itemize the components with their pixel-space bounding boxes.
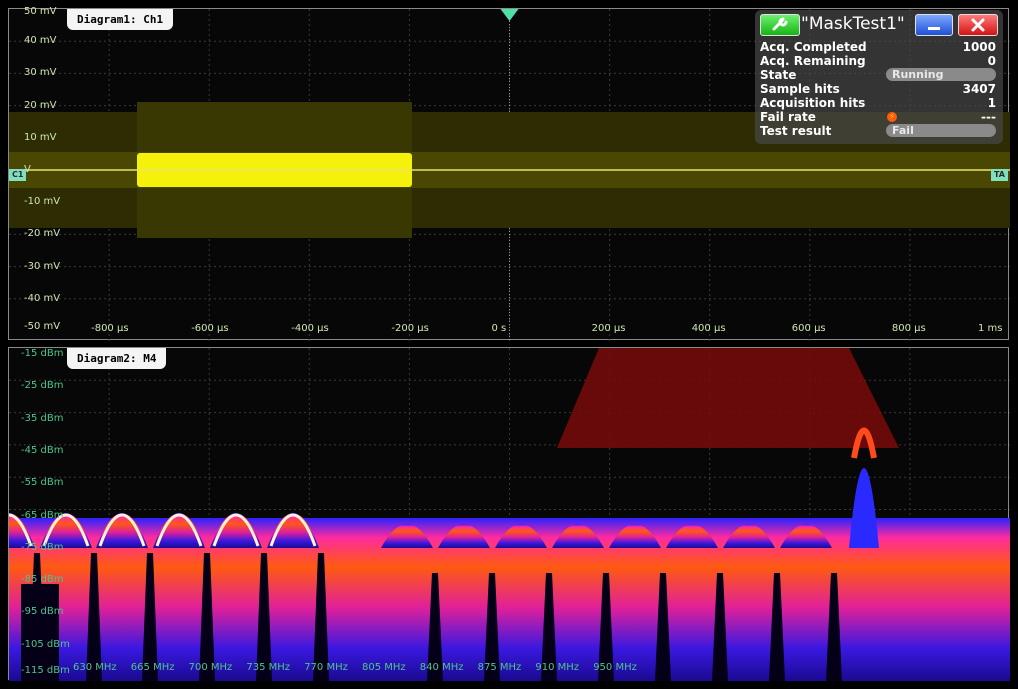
x-axis-label: 600 µs [791, 323, 826, 334]
mask-test-row: Sample hits 3407 [760, 82, 998, 96]
trigger-marker[interactable]: TA [990, 169, 1008, 181]
diagram2-plot[interactable] [9, 348, 1010, 681]
mask-test-row: Acquisition hits 1 [760, 96, 998, 110]
x-axis-label: 665 MHz [130, 662, 175, 673]
x-axis-label: 200 µs [591, 323, 626, 334]
x-axis-label: 1 ms [978, 323, 1003, 334]
minimize-icon [928, 27, 940, 30]
mask-test-row-label: State [760, 68, 797, 82]
mask-test-row-label: Acquisition hits [760, 96, 866, 110]
mask-test-row-value: 1000 [962, 40, 996, 54]
y-axis-label: 10 mV [24, 131, 57, 143]
x-axis-label: 630 MHz [73, 662, 117, 673]
y-axis-label: -65 dBm [21, 509, 64, 521]
mask-test-row-value: --- [981, 110, 996, 124]
close-button[interactable] [958, 14, 998, 36]
y-axis-label: 40 mV [24, 35, 57, 47]
mask-test-row: State Running [760, 68, 998, 82]
y-axis-label: -45 dBm [21, 444, 64, 456]
x-axis-label: 800 µs [891, 323, 926, 334]
y-axis-label: -115 dBm [21, 665, 70, 676]
mask-test-row-label: Fail rate [760, 110, 816, 124]
mask-test-row-label: Test result [760, 124, 832, 138]
mask-test-row: Test result Fail [760, 124, 998, 138]
y-axis-label: -35 dBm [21, 412, 64, 424]
mask-test-status-pill: Running [886, 68, 996, 81]
spectrum-spike [849, 468, 879, 548]
x-axis-label: 805 MHz [362, 662, 406, 673]
diagram2-tab[interactable]: Diagram2: M4 [67, 348, 167, 369]
y-axis-label: -105 dBm [21, 638, 70, 650]
y-axis-label: 20 mV [24, 99, 57, 111]
y-axis-label: -40 mV [24, 292, 61, 304]
mask-test-dialog: "MaskTest1" Acq. Completed 1000 Acq. Remai… [755, 10, 1003, 144]
x-axis-label: 910 MHz [535, 662, 580, 673]
x-axis-label: 400 µs [691, 323, 726, 334]
y-axis-label: -10 mV [24, 196, 61, 208]
y-axis-label: -75 dBm [21, 541, 64, 553]
x-axis-label: -400 µs [291, 323, 329, 334]
x-axis-label: 0 s [491, 323, 507, 334]
diagram2-panel[interactable]: Diagram2: M4 -15 dBm -25 dBm -35 dBm -45 dB… [8, 347, 1010, 681]
y-axis-label: 30 mV [24, 67, 57, 79]
x-axis-label: 950 MHz [593, 662, 637, 673]
mask-test-row-value: 3407 [962, 82, 996, 96]
minimize-button[interactable] [915, 14, 953, 36]
close-icon [971, 18, 985, 32]
wrench-icon [772, 17, 788, 31]
y-axis-label: -30 mV [24, 260, 61, 272]
mask-test-row-value: 1 [987, 96, 996, 110]
mask-test-row-label: Acq. Completed [760, 40, 867, 54]
mask-test-row: Acq. Remaining 0 [760, 54, 998, 68]
trigger-position-marker[interactable] [500, 9, 519, 21]
channel-marker[interactable]: C1 [9, 169, 27, 181]
mask-settings-button[interactable] [760, 14, 800, 36]
y-axis-label: -50 mV [24, 321, 61, 332]
mask-test-title: "MaskTest1" [801, 14, 905, 34]
fail-warning-icon: ⚡ [887, 112, 897, 122]
x-axis-label: -800 µs [91, 323, 129, 334]
y-axis-label: 50 mV [24, 6, 57, 17]
mask-test-row: Fail rate --- ⚡ [760, 110, 998, 124]
x-axis-label: 735 MHz [246, 662, 291, 673]
y-axis-label: -95 dBm [21, 606, 64, 618]
x-axis-label: 770 MHz [304, 662, 348, 673]
x-axis-label: -600 µs [191, 323, 229, 334]
y-axis-label: -20 mV [24, 228, 61, 240]
y-axis-label: -15 dBm [21, 348, 64, 359]
mask-test-row-label: Acq. Remaining [760, 54, 866, 68]
diagram1-tab[interactable]: Diagram1: Ch1 [67, 9, 174, 30]
mask-test-row-label: Sample hits [760, 82, 840, 96]
mask-test-status-pill: Fail [886, 124, 996, 137]
x-axis-label: 875 MHz [477, 662, 522, 673]
mask-test-row-value: 0 [987, 54, 996, 68]
y-axis-label: -55 dBm [21, 477, 64, 489]
y-axis-label: -85 dBm [21, 574, 64, 586]
mask-region[interactable] [557, 348, 899, 448]
mask-test-row: Acq. Completed 1000 [760, 40, 998, 54]
x-axis-label: 840 MHz [419, 662, 464, 673]
y-axis-label: -25 dBm [21, 380, 64, 392]
x-axis-label: 700 MHz [188, 662, 233, 673]
x-axis-label: -200 µs [391, 323, 429, 334]
